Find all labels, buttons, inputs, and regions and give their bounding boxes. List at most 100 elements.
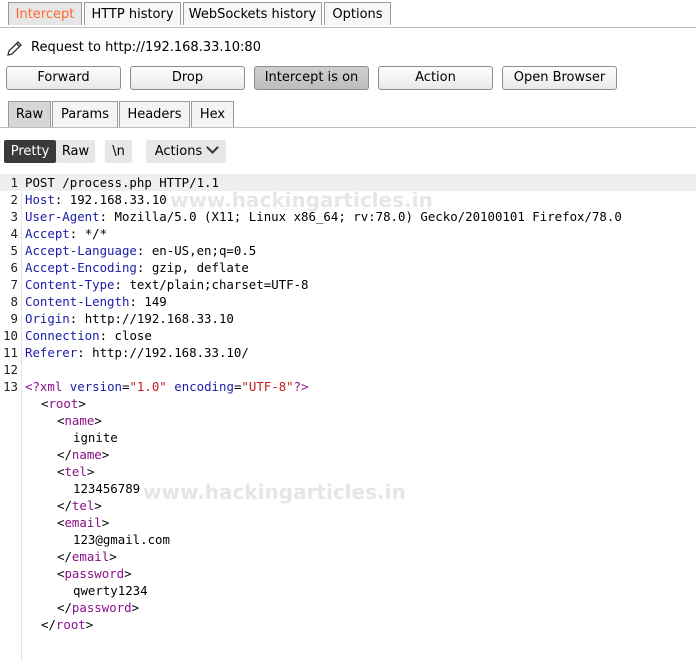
header-name: Referer <box>25 345 78 360</box>
code-line: <email> <box>0 514 696 531</box>
code-content: ignite <box>73 429 118 446</box>
request-target-text: Request to http://192.168.33.10:80 <box>31 40 261 55</box>
drop-button[interactable]: Drop <box>130 66 245 90</box>
line-number: 4 <box>10 226 18 241</box>
tab-intercept[interactable]: Intercept <box>8 2 82 25</box>
header-name: Connection <box>25 328 100 343</box>
code-content: </tel> <box>57 498 102 513</box>
xml-tag-name: name <box>71 447 102 462</box>
code-content: </email> <box>57 549 117 564</box>
raw-button[interactable]: Raw <box>56 140 95 163</box>
line-number: 9 <box>10 311 18 326</box>
request-line: POST /process.php HTTP/1.1 <box>25 175 219 190</box>
open-browser-button[interactable]: Open Browser <box>502 66 617 90</box>
code-content: POST /process.php HTTP/1.1 <box>25 174 219 191</box>
header-value: gzip, deflate <box>151 260 249 275</box>
tab-headers[interactable]: Headers <box>119 101 190 127</box>
pretty-button[interactable]: Pretty <box>4 140 56 163</box>
code-line: 5 Accept-Language: en-US,en;q=0.5 <box>0 242 696 259</box>
code-content: <email> <box>57 515 110 530</box>
tab-hex[interactable]: Hex <box>191 101 234 127</box>
intercept-toggle-button[interactable]: Intercept is on <box>254 66 369 90</box>
tab-websockets-history[interactable]: WebSockets history <box>183 2 322 25</box>
code-content: 123@gmail.com <box>73 531 170 548</box>
xml-tag-name: email <box>71 549 110 564</box>
xml-tag-name: name <box>64 413 95 428</box>
code-content: Accept-Encoding: gzip, deflate <box>25 260 249 275</box>
tab-params[interactable]: Params <box>52 101 118 127</box>
line-number: 2 <box>10 192 18 207</box>
xml-decl-open: <?xml <box>25 379 63 394</box>
code-line: <password> <box>0 565 696 582</box>
xml-text: 123456789 <box>73 481 141 496</box>
line-number: 13 <box>3 379 18 394</box>
header-name: Content-Type <box>25 277 115 292</box>
code-line: 1 POST /process.php HTTP/1.1 <box>0 174 696 191</box>
header-value: close <box>114 328 152 343</box>
tab-http-history[interactable]: HTTP history <box>84 2 181 25</box>
xml-text: qwerty1234 <box>73 583 148 598</box>
code-line: 123@gmail.com <box>0 531 696 548</box>
newline-toggle-button[interactable]: \n <box>105 140 132 163</box>
editor-toolbar: Pretty Raw \n Actions <box>0 138 696 164</box>
code-line: <name> <box>0 412 696 429</box>
line-number: 11 <box>3 345 18 360</box>
pencil-icon <box>7 41 22 56</box>
code-line: ignite <box>0 429 696 446</box>
header-value: http://192.168.33.10/ <box>92 345 249 360</box>
code-line: 13 <?xml version="1.0" encoding="UTF-8"?> <box>0 378 696 395</box>
code-line: 10 Connection: close <box>0 327 696 344</box>
code-line: </password> <box>0 599 696 616</box>
xml-decl-close: ?> <box>293 379 309 394</box>
code-content: Content-Type: text/plain;charset=UTF-8 <box>25 277 309 292</box>
code-content: Connection: close <box>25 328 152 343</box>
code-line: 6 Accept-Encoding: gzip, deflate <box>0 259 696 276</box>
code-line: 8 Content-Length: 149 <box>0 293 696 310</box>
code-content: <tel> <box>57 464 95 479</box>
chevron-down-icon <box>206 141 220 154</box>
header-name: User-Agent <box>25 209 100 224</box>
code-content: <name> <box>57 413 102 428</box>
code-line: 11 Referer: http://192.168.33.10/ <box>0 344 696 361</box>
header-name: Accept <box>25 226 70 241</box>
code-line: 12 <box>0 361 696 378</box>
line-number: 3 <box>10 209 18 224</box>
code-content: 123456789 <box>73 480 140 497</box>
header-value: Mozilla/5.0 (X11; Linux x86_64; rv:78.0)… <box>114 209 622 224</box>
tab-options[interactable]: Options <box>324 2 391 25</box>
header-name: Content-Length <box>25 294 130 309</box>
line-number: 12 <box>3 362 18 377</box>
code-content: <password> <box>57 566 132 581</box>
action-button[interactable]: Action <box>378 66 493 90</box>
xml-text: ignite <box>73 430 118 445</box>
code-content: </password> <box>57 600 140 615</box>
code-line: </email> <box>0 548 696 565</box>
xml-tag-name: tel <box>71 498 95 513</box>
header-value: */* <box>84 226 108 241</box>
request-editor[interactable]: www.hackingarticles.in www.hackingarticl… <box>0 174 696 661</box>
code-line: 2 Host: 192.168.33.10 <box>0 191 696 208</box>
code-content: </name> <box>57 447 110 462</box>
xml-tag-name: root <box>55 617 86 632</box>
xml-text: 123@gmail.com <box>73 532 170 547</box>
xml-tag-name: password <box>64 566 125 581</box>
xml-attr-value: "UTF-8" <box>241 379 294 394</box>
tab-raw[interactable]: Raw <box>8 101 51 127</box>
code-content: Host: 192.168.33.10 <box>25 192 167 207</box>
line-number: 5 <box>10 243 18 258</box>
xml-tag-name: password <box>71 600 132 615</box>
line-number: 6 <box>10 260 18 275</box>
code-line: <tel> <box>0 463 696 480</box>
header-value: text/plain;charset=UTF-8 <box>129 277 309 292</box>
code-content: User-Agent: Mozilla/5.0 (X11; Linux x86_… <box>25 209 622 224</box>
code-line: </name> <box>0 446 696 463</box>
actions-label: Actions <box>154 144 203 159</box>
code-content: Content-Length: 149 <box>25 294 167 309</box>
forward-button[interactable]: Forward <box>6 66 121 90</box>
header-name: Origin <box>25 311 70 326</box>
actions-dropdown[interactable]: Actions <box>146 140 226 163</box>
code-content: Origin: http://192.168.33.10 <box>25 311 234 326</box>
code-content: </root> <box>41 617 94 632</box>
line-number: 1 <box>10 175 18 190</box>
xml-attr-value: "1.0" <box>129 379 167 394</box>
